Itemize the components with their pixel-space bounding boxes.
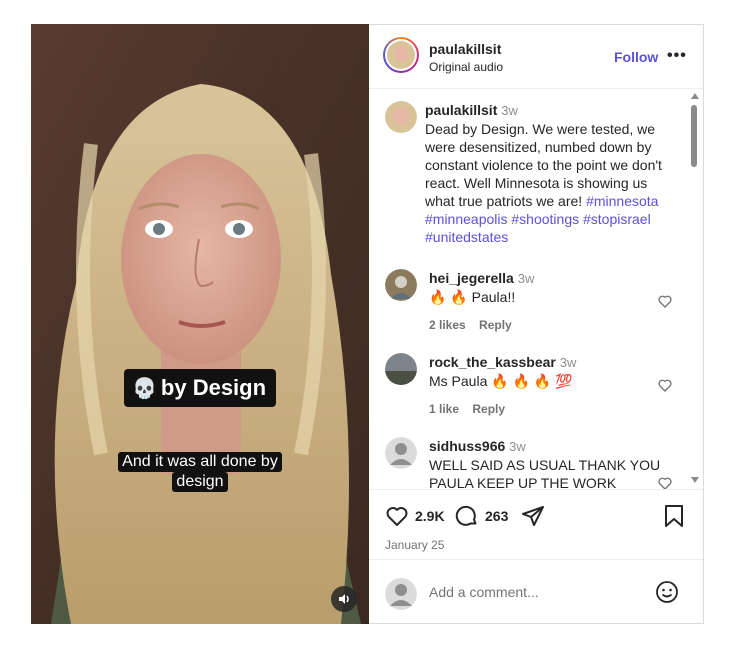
- subtitle-line-1: And it was all done by: [118, 452, 282, 472]
- heart-icon[interactable]: [657, 475, 673, 489]
- audio-label[interactable]: Original audio: [429, 60, 503, 74]
- video-player[interactable]: 💀 by Design And it was all done by desig…: [31, 24, 369, 624]
- add-comment-bar: Add a comment...: [369, 559, 703, 624]
- caption-username[interactable]: paulakillsit: [425, 102, 497, 118]
- scroll-up-arrow-icon[interactable]: [691, 93, 699, 99]
- hashtag-link[interactable]: #shootings: [511, 211, 579, 227]
- default-avatar-icon: [385, 578, 417, 610]
- share-paper-plane-icon[interactable]: [521, 504, 545, 528]
- heart-icon[interactable]: [385, 504, 409, 528]
- default-avatar-icon: [385, 437, 417, 469]
- subtitle-line-2: design: [172, 472, 228, 492]
- comment-time: 3w: [517, 271, 535, 286]
- scroll-thumb[interactable]: [691, 105, 697, 167]
- save-action: [663, 504, 685, 528]
- author-avatar[interactable]: [383, 37, 419, 73]
- avatar-image: [387, 41, 415, 69]
- hashtag-link[interactable]: #minneapolis: [425, 211, 508, 227]
- video-caption-title: 💀 by Design: [124, 369, 277, 407]
- commenter-avatar[interactable]: [385, 437, 417, 469]
- follow-button[interactable]: Follow: [614, 49, 658, 65]
- comment-text: WELL SAID AS USUAL THANK YOU PAULA KEEP …: [429, 457, 661, 489]
- heart-icon[interactable]: [657, 377, 673, 393]
- heart-icon[interactable]: [657, 293, 673, 309]
- speaker-icon: [339, 594, 349, 604]
- more-icon: •••: [667, 47, 687, 64]
- caption-title-text: by Design: [160, 375, 267, 400]
- commenter-avatar[interactable]: [385, 353, 417, 385]
- bookmark-icon[interactable]: [663, 504, 685, 528]
- skull-icon: 💀: [132, 377, 157, 400]
- comment-time: 3w: [509, 439, 526, 454]
- mute-button[interactable]: [331, 586, 357, 612]
- comment-bubble-icon[interactable]: [455, 504, 479, 528]
- post-date[interactable]: January 25: [385, 538, 444, 552]
- scroll-down-arrow-icon[interactable]: [691, 477, 699, 483]
- comment-input[interactable]: Add a comment...: [429, 584, 539, 600]
- hashtag-link[interactable]: #stopisrael: [583, 211, 651, 227]
- hashtag-link[interactable]: #unitedstates: [425, 229, 508, 245]
- post-header: paulakillsit Original audio Follow •••: [369, 25, 703, 89]
- caption-time: 3w: [501, 103, 518, 118]
- avatar-image: [385, 269, 417, 301]
- like-action: 2.9K: [385, 504, 445, 528]
- comment-likes[interactable]: 1 like: [429, 402, 459, 416]
- caption-body: paulakillsit 3w Dead by Design. We were …: [425, 101, 675, 246]
- video-subtitle: And it was all done by design: [31, 452, 369, 492]
- comment-username[interactable]: sidhuss966: [429, 438, 505, 454]
- video-frame: [31, 24, 369, 624]
- caption-avatar[interactable]: [385, 101, 417, 133]
- hashtag-link[interactable]: #minnesota: [586, 193, 658, 209]
- comment-count[interactable]: 263: [485, 508, 508, 524]
- like-count[interactable]: 2.9K: [415, 508, 445, 524]
- action-bar: 2.9K 263 January 25: [369, 489, 703, 559]
- comment-username[interactable]: rock_the_kassbear: [429, 354, 556, 370]
- avatar-image: [385, 101, 417, 133]
- comment-likes[interactable]: 2 likes: [429, 318, 466, 332]
- more-options-button[interactable]: •••: [667, 47, 687, 65]
- emoji-icon[interactable]: [655, 580, 679, 604]
- comments-scrollbar[interactable]: [689, 91, 701, 485]
- post-panel: paulakillsit Original audio Follow ••• p…: [369, 24, 704, 624]
- comment-username[interactable]: hei_jegerella: [429, 270, 514, 286]
- comment-action: 263: [455, 504, 508, 528]
- comment-text: Ms Paula 🔥 🔥 🔥 💯: [429, 373, 573, 389]
- reply-button[interactable]: Reply: [479, 318, 512, 332]
- share-action: [521, 504, 545, 528]
- comments-list[interactable]: paulakillsit 3w Dead by Design. We were …: [369, 89, 703, 489]
- commenter-avatar[interactable]: [385, 269, 417, 301]
- reply-button[interactable]: Reply: [472, 402, 505, 416]
- comment-text: 🔥 🔥 Paula!!: [429, 289, 516, 305]
- current-user-avatar: [385, 578, 417, 610]
- comment-time: 3w: [559, 355, 577, 370]
- avatar-image: [385, 353, 417, 385]
- author-username[interactable]: paulakillsit: [429, 41, 501, 57]
